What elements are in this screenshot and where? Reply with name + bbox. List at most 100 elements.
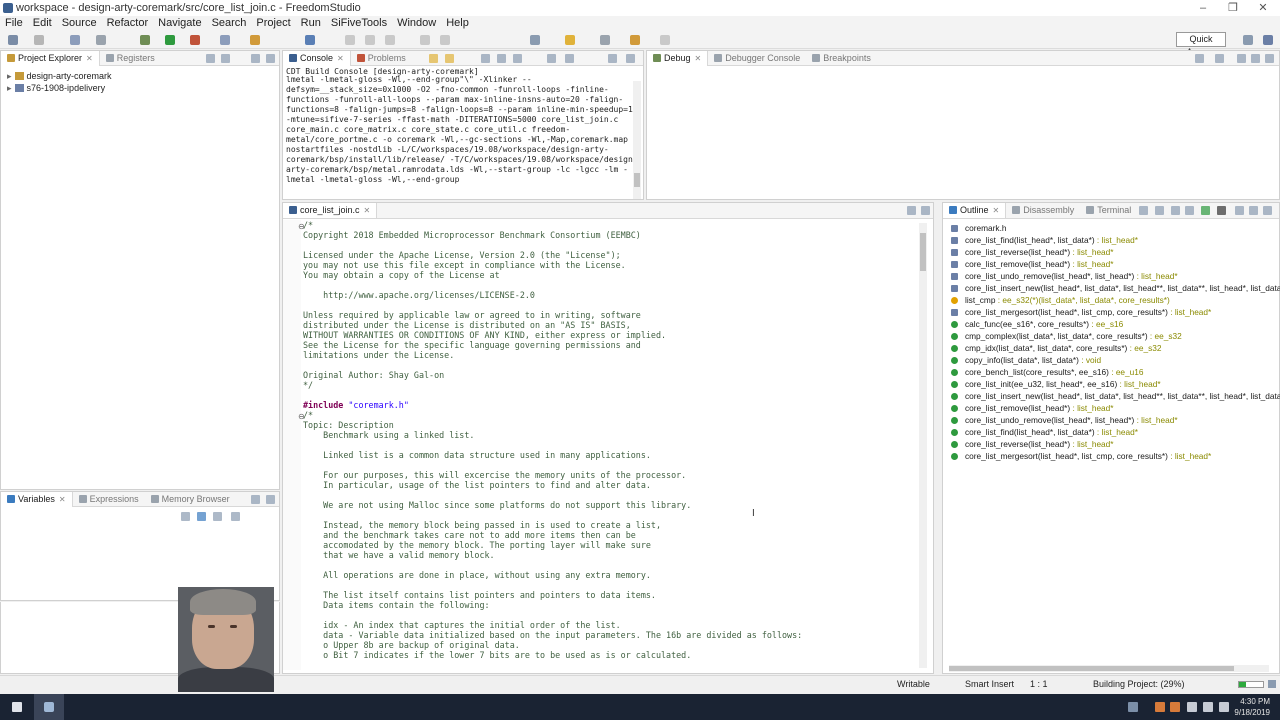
collapse-icon[interactable] <box>1215 54 1224 63</box>
close-icon[interactable]: ✕ <box>695 54 702 63</box>
maximize-icon[interactable] <box>626 54 635 63</box>
minimize-icon[interactable] <box>608 54 617 63</box>
network-icon[interactable] <box>1203 702 1213 712</box>
build-icon[interactable] <box>70 35 80 45</box>
link-editor-icon[interactable] <box>221 54 230 63</box>
view-menu-icon[interactable] <box>231 512 240 521</box>
run-icon[interactable] <box>165 35 175 45</box>
menu-run[interactable]: Run <box>296 16 326 30</box>
hide-fields-icon[interactable] <box>1155 206 1164 215</box>
pin-console-icon[interactable] <box>429 54 438 63</box>
windows-start-icon[interactable] <box>12 702 22 712</box>
tab-expressions[interactable]: Expressions <box>73 492 145 507</box>
minimize-icon[interactable] <box>1249 206 1258 215</box>
tab-memory-browser[interactable]: Memory Browser <box>145 492 236 507</box>
quick-access-field[interactable]: Quick Access <box>1176 32 1226 57</box>
tab-debugger-console[interactable]: Debugger Console <box>708 51 806 66</box>
outline-item[interactable]: core_list_undo_remove(list_head*, list_h… <box>951 415 1178 425</box>
tab-breakpoints[interactable]: Breakpoints <box>806 51 877 66</box>
word-wrap-icon[interactable] <box>497 54 506 63</box>
volume-icon[interactable] <box>1219 702 1229 712</box>
forward-icon[interactable] <box>660 35 670 45</box>
menu-search[interactable]: Search <box>207 16 252 30</box>
menu-navigate[interactable]: Navigate <box>153 16 206 30</box>
menu-sifivetools[interactable]: SiFiveTools <box>326 16 392 30</box>
close-icon[interactable]: ✕ <box>337 54 344 63</box>
maximize-icon[interactable] <box>266 495 275 504</box>
tab-registers[interactable]: Registers <box>100 51 161 66</box>
debug-icon[interactable] <box>140 35 150 45</box>
show-types-icon[interactable] <box>197 512 206 521</box>
editor-scrollbar[interactable] <box>919 223 927 668</box>
menu-project[interactable]: Project <box>251 16 295 30</box>
minimize-icon[interactable] <box>907 206 916 215</box>
system-clock[interactable]: 4:30 PM 9/18/2019 <box>1234 696 1270 718</box>
close-icon[interactable]: ✕ <box>59 495 66 504</box>
cloud-icon[interactable] <box>1187 702 1197 712</box>
outline-item[interactable]: coremark.h <box>951 223 1007 233</box>
close-icon[interactable]: ✕ <box>993 206 1000 215</box>
menu-source[interactable]: Source <box>57 16 102 30</box>
close-button[interactable]: ✕ <box>1240 0 1280 16</box>
annotation-icon[interactable] <box>600 35 610 45</box>
scroll-thumb[interactable] <box>634 173 640 187</box>
highlight-icon[interactable] <box>565 35 575 45</box>
minimize-icon[interactable] <box>251 495 260 504</box>
perspective-icon[interactable] <box>1263 35 1273 45</box>
terminal-icon[interactable] <box>305 35 315 45</box>
tab-console[interactable]: Console ✕ <box>283 51 351 66</box>
tray-chevron-icon[interactable] <box>1128 702 1138 712</box>
menu-window[interactable]: Window <box>392 16 441 30</box>
terminate-icon[interactable] <box>385 35 395 45</box>
sort-icon[interactable] <box>1139 206 1148 215</box>
outline-item[interactable]: copy_info(list_data*, list_data*) : void <box>951 355 1101 365</box>
tab-debug[interactable]: Debug ✕ <box>647 51 709 66</box>
view-menu-icon[interactable] <box>1235 206 1244 215</box>
maximize-icon[interactable] <box>921 206 930 215</box>
step-over-icon[interactable] <box>440 35 450 45</box>
outline-item[interactable]: core_list_mergesort(list_head*, list_cmp… <box>951 307 1211 317</box>
suspend-icon[interactable] <box>365 35 375 45</box>
tree-item-project[interactable]: ▸ design-arty-coremark <box>7 71 112 82</box>
outline-hscrollbar[interactable] <box>949 665 1269 672</box>
close-icon[interactable]: ✕ <box>364 206 371 215</box>
outline-item[interactable]: core_list_reverse(list_head*) : list_hea… <box>951 439 1114 449</box>
minimize-icon[interactable] <box>1251 54 1260 63</box>
maximize-icon[interactable] <box>266 54 275 63</box>
outline-item[interactable]: core_list_remove(list_head*) : list_head… <box>951 259 1114 269</box>
close-icon[interactable]: ✕ <box>86 54 93 63</box>
display-console-icon[interactable] <box>565 54 574 63</box>
hide-static-icon[interactable] <box>1171 206 1180 215</box>
tab-disassembly[interactable]: Disassembly <box>1006 203 1080 218</box>
tab-problems[interactable]: Problems <box>351 51 412 66</box>
tab-project-explorer[interactable]: Project Explorer ✕ <box>1 51 100 66</box>
copy-icon[interactable] <box>513 54 522 63</box>
outline-item[interactable]: cmp_idx(list_data*, list_data*, core_res… <box>951 343 1161 353</box>
minimize-icon[interactable] <box>251 54 260 63</box>
tab-variables[interactable]: Variables ✕ <box>1 492 73 507</box>
outline-item[interactable]: core_list_init(ee_u32, list_head*, ee_s1… <box>951 379 1161 389</box>
collapse-icon[interactable] <box>181 512 190 521</box>
scroll-lock-icon[interactable] <box>481 54 490 63</box>
outline-item[interactable]: core_list_undo_remove(list_head*, list_h… <box>951 271 1178 281</box>
open-type-icon[interactable] <box>530 35 540 45</box>
save-icon[interactable] <box>34 35 44 45</box>
step-into-icon[interactable] <box>420 35 430 45</box>
tray-app-icon[interactable] <box>1155 702 1165 712</box>
open-perspective-icon[interactable] <box>1243 35 1253 45</box>
tray-app-icon[interactable] <box>1170 702 1180 712</box>
link-editor-icon[interactable] <box>1217 206 1226 215</box>
tree-item-project[interactable]: ▸ s76-1908-ipdelivery <box>7 83 105 94</box>
scroll-thumb[interactable] <box>949 666 1234 671</box>
open-console-icon[interactable] <box>547 54 556 63</box>
expand-icon[interactable]: ▸ <box>7 83 12 93</box>
debug-config-icon[interactable] <box>96 35 106 45</box>
clear-console-icon[interactable] <box>445 54 454 63</box>
maximize-icon[interactable] <box>1265 54 1274 63</box>
hide-non-public-icon[interactable] <box>1185 206 1194 215</box>
outline-item[interactable]: core_list_reverse(list_head*) : list_hea… <box>951 247 1114 257</box>
taskbar-app-freedomstudio[interactable] <box>34 694 64 720</box>
logical-structure-icon[interactable] <box>213 512 222 521</box>
maximize-icon[interactable] <box>1263 206 1272 215</box>
resume-icon[interactable] <box>345 35 355 45</box>
